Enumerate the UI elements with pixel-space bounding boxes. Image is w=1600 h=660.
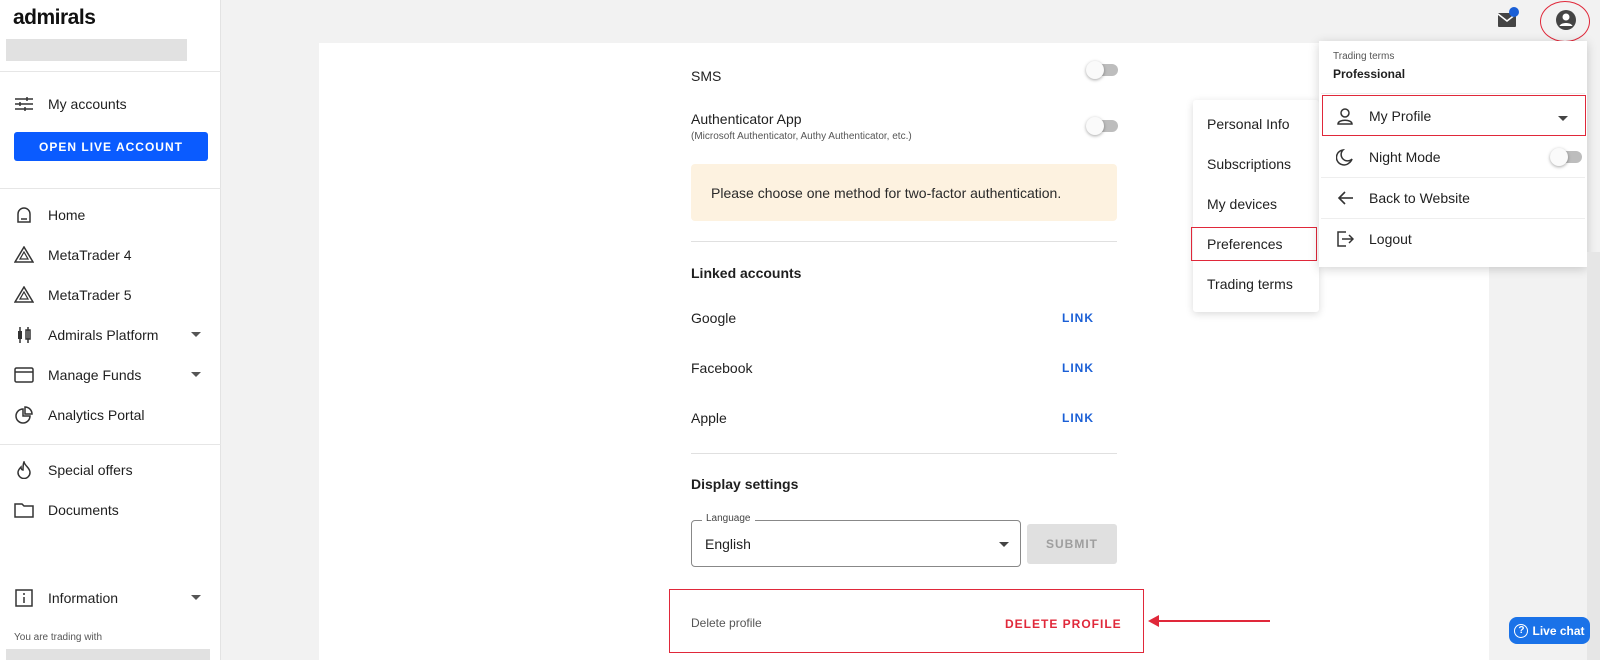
display-settings-title: Display settings bbox=[691, 476, 799, 492]
sidebar-item-label: Analytics Portal bbox=[48, 407, 145, 423]
submenu-item-my-devices[interactable]: My devices bbox=[1207, 196, 1277, 212]
submit-button[interactable]: SUBMIT bbox=[1027, 524, 1117, 564]
back-to-website-label: Back to Website bbox=[1369, 190, 1470, 206]
night-mode-toggle[interactable] bbox=[1550, 148, 1582, 166]
sidebar-item-label: Documents bbox=[48, 502, 119, 518]
google-link-button[interactable]: LINK bbox=[1062, 311, 1094, 325]
sidebar-item-admirals-platform[interactable]: Admirals Platform bbox=[0, 316, 221, 354]
sidebar-item-label: MetaTrader 4 bbox=[48, 247, 132, 263]
night-mode-item[interactable]: Night Mode bbox=[1321, 137, 1585, 177]
trading-terms-value: Professional bbox=[1333, 67, 1406, 81]
scrollbar[interactable] bbox=[1587, 252, 1600, 660]
wallet-icon bbox=[14, 365, 34, 385]
authenticator-app-toggle[interactable] bbox=[1086, 117, 1118, 135]
delete-profile-button[interactable]: DELETE PROFILE bbox=[1005, 617, 1122, 631]
logout-icon bbox=[1334, 228, 1356, 250]
live-chat-label: Live chat bbox=[1532, 623, 1585, 638]
open-live-account-button[interactable]: OPEN LIVE ACCOUNT bbox=[14, 132, 208, 161]
sidebar-item-manage-funds[interactable]: Manage Funds bbox=[0, 356, 221, 394]
sidebar-item-label: Admirals Platform bbox=[48, 327, 159, 343]
submenu-item-personal-info[interactable]: Personal Info bbox=[1207, 116, 1290, 132]
sidebar-divider bbox=[0, 71, 221, 72]
trading-entity-redacted bbox=[6, 649, 210, 660]
logout-label: Logout bbox=[1369, 231, 1412, 247]
sms-toggle[interactable] bbox=[1086, 61, 1118, 79]
metatrader-icon bbox=[14, 285, 34, 305]
section-divider bbox=[691, 241, 1117, 242]
live-chat-button[interactable]: ? Live chat bbox=[1509, 617, 1590, 644]
dropdown-divider bbox=[1321, 93, 1585, 94]
section-divider bbox=[691, 453, 1117, 454]
sidebar-item-information[interactable]: Information bbox=[0, 579, 221, 617]
moon-icon bbox=[1334, 146, 1356, 168]
sidebar-item-label: MetaTrader 5 bbox=[48, 287, 132, 303]
pie-chart-icon bbox=[14, 405, 34, 425]
sms-label: SMS bbox=[691, 68, 722, 84]
flame-icon bbox=[14, 460, 34, 480]
logout-item[interactable]: Logout bbox=[1321, 219, 1585, 259]
facebook-label: Facebook bbox=[691, 360, 753, 376]
sidebar-item-label: Special offers bbox=[48, 462, 133, 478]
google-label: Google bbox=[691, 310, 737, 326]
candlestick-icon bbox=[14, 325, 34, 345]
trading-with-label: You are trading with bbox=[14, 632, 103, 643]
sidebar-item-label: Home bbox=[48, 207, 86, 223]
chevron-down-icon bbox=[999, 542, 1009, 547]
submenu-item-trading-terms[interactable]: Trading terms bbox=[1207, 276, 1293, 292]
arrow-left-icon bbox=[1334, 187, 1356, 209]
linked-accounts-title: Linked accounts bbox=[691, 265, 802, 281]
sidebar-item-label: Information bbox=[48, 590, 119, 606]
sliders-icon bbox=[14, 94, 34, 114]
metatrader-icon bbox=[14, 245, 34, 265]
my-profile-highlight bbox=[1322, 95, 1586, 136]
preferences-highlight bbox=[1191, 227, 1317, 261]
question-icon: ? bbox=[1514, 623, 1529, 638]
sidebar-item-special-offers[interactable]: Special offers bbox=[0, 451, 221, 489]
chevron-down-icon bbox=[191, 332, 201, 337]
sidebar-item-documents[interactable]: Documents bbox=[0, 491, 221, 529]
sidebar-item-label: My accounts bbox=[48, 96, 127, 112]
chevron-down-icon bbox=[191, 372, 201, 377]
facebook-link-button[interactable]: LINK bbox=[1062, 361, 1094, 375]
language-select-value: English bbox=[705, 536, 751, 552]
avatar-highlight bbox=[1540, 1, 1590, 42]
back-to-website-item[interactable]: Back to Website bbox=[1321, 178, 1585, 218]
sidebar-item-metatrader-5[interactable]: MetaTrader 5 bbox=[0, 276, 221, 314]
submenu-item-subscriptions[interactable]: Subscriptions bbox=[1207, 156, 1291, 172]
sidebar-item-analytics-portal[interactable]: Analytics Portal bbox=[0, 396, 221, 434]
account-name-redacted bbox=[6, 39, 187, 61]
sidebar-divider bbox=[0, 188, 221, 189]
two-factor-notice: Please choose one method for two-factor … bbox=[691, 164, 1117, 221]
notification-badge bbox=[1509, 7, 1519, 17]
sidebar-item-metatrader-4[interactable]: MetaTrader 4 bbox=[0, 236, 221, 274]
sidebar-divider bbox=[0, 444, 221, 445]
night-mode-label: Night Mode bbox=[1369, 149, 1441, 165]
apple-link-button[interactable]: LINK bbox=[1062, 411, 1094, 425]
trading-terms-label: Trading terms bbox=[1333, 51, 1395, 62]
apple-label: Apple bbox=[691, 410, 727, 426]
authenticator-app-hint: (Microsoft Authenticator, Authy Authenti… bbox=[691, 131, 912, 142]
chevron-down-icon bbox=[191, 595, 201, 600]
delete-profile-label: Delete profile bbox=[691, 616, 762, 630]
sidebar-item-home[interactable]: Home bbox=[0, 196, 221, 234]
sidebar-item-label: Manage Funds bbox=[48, 367, 142, 383]
sidebar-item-my-accounts[interactable]: My accounts bbox=[0, 85, 221, 123]
folder-icon bbox=[14, 500, 34, 520]
annotation-arrow-line bbox=[1158, 620, 1270, 622]
brand-logo[interactable]: admirals bbox=[13, 6, 96, 30]
annotation-arrow-head bbox=[1148, 615, 1159, 627]
home-icon bbox=[14, 205, 34, 225]
sidebar: admirals My accounts OPEN LIVE ACCOUNT H… bbox=[0, 0, 221, 660]
authenticator-app-label: Authenticator App bbox=[691, 111, 802, 127]
language-select-label: Language bbox=[702, 513, 755, 524]
info-icon bbox=[14, 588, 34, 608]
